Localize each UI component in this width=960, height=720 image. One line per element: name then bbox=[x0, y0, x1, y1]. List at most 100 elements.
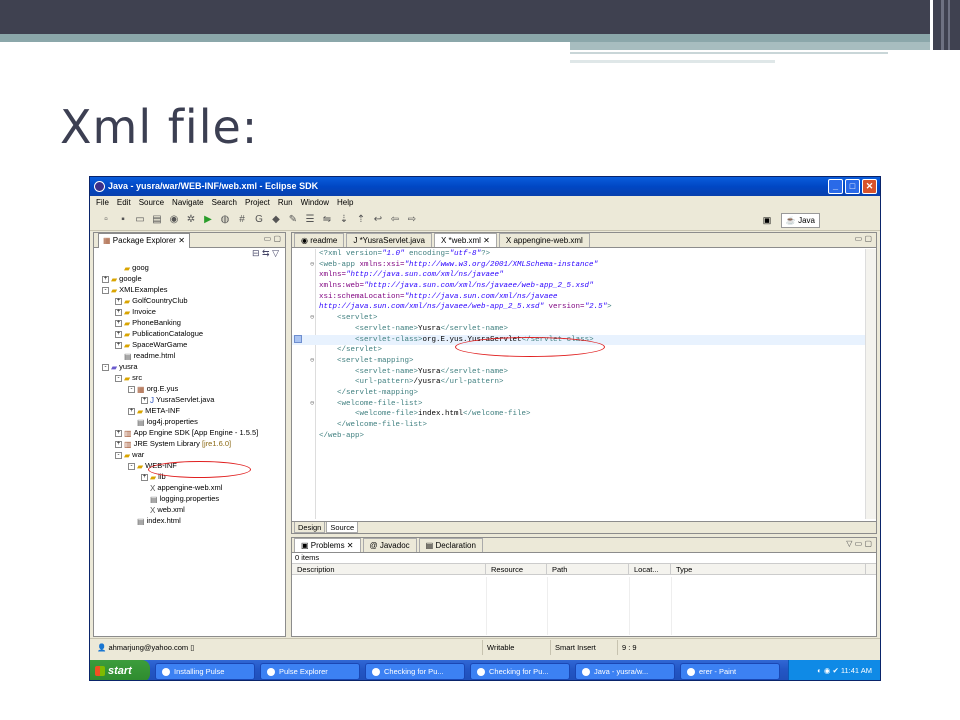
column-header[interactable]: Type bbox=[671, 564, 866, 574]
tab-design[interactable]: Design bbox=[294, 522, 326, 533]
tree-item[interactable]: ▤ logging.properties bbox=[94, 493, 285, 504]
taskbar-item[interactable]: Checking for Pu... bbox=[365, 662, 465, 680]
menu-item-help[interactable]: Help bbox=[337, 196, 353, 209]
collapse-all-icon[interactable]: ⊟ bbox=[252, 248, 260, 258]
tree-item[interactable]: + ▰ GolfCountryClub bbox=[94, 295, 285, 306]
expander-icon[interactable]: + bbox=[115, 330, 122, 338]
menu-item-search[interactable]: Search bbox=[212, 196, 237, 209]
tree-item[interactable]: - ▰ war bbox=[94, 449, 285, 460]
fold-icon[interactable]: ⊖ bbox=[310, 356, 314, 367]
close-icon[interactable]: ✕ bbox=[345, 541, 354, 550]
status-user[interactable]: 👤 ahmarjung@yahoo.com ▯ bbox=[93, 640, 194, 655]
tree-item[interactable]: ▰ goog bbox=[94, 262, 285, 273]
run-icon[interactable]: ▶ bbox=[202, 214, 214, 226]
fold-icon[interactable]: ⊖ bbox=[310, 260, 314, 271]
vertical-scrollbar[interactable] bbox=[865, 249, 876, 519]
tree-item[interactable]: + ▥ JRE System Library [jre1.6.0] bbox=[94, 438, 285, 449]
view-controls[interactable]: ▭ ▢ bbox=[264, 234, 281, 243]
tree-item[interactable]: - ▰ src bbox=[94, 372, 285, 383]
menu-item-navigate[interactable]: Navigate bbox=[172, 196, 204, 209]
expander-icon[interactable]: + bbox=[102, 275, 109, 283]
tree-item[interactable]: + ▥ App Engine SDK [App Engine - 1.5.5] bbox=[94, 427, 285, 438]
editor-tab[interactable]: ◉ readme bbox=[294, 233, 345, 247]
tray-icons[interactable]: ◐ ◉ ✔ bbox=[817, 666, 841, 675]
tab-source[interactable]: Source bbox=[326, 522, 359, 533]
expander-icon[interactable]: + bbox=[141, 396, 148, 404]
expander-icon[interactable]: + bbox=[115, 297, 122, 305]
search-icon[interactable]: ✎ bbox=[287, 214, 299, 226]
column-header[interactable]: Path bbox=[547, 564, 629, 574]
view-controls[interactable]: ▭ ▢ bbox=[855, 234, 872, 243]
expander-icon[interactable]: - bbox=[115, 451, 122, 459]
last-edit-icon[interactable]: ↩ bbox=[372, 214, 384, 226]
column-header[interactable]: Locat... bbox=[629, 564, 671, 574]
tree-item[interactable]: + J YusraServlet.java bbox=[94, 394, 285, 405]
tree-item[interactable]: - ▰ yusra bbox=[94, 361, 285, 372]
previous-annotation-icon[interactable]: ⇡ bbox=[355, 214, 367, 226]
tab-package-explorer[interactable]: ▦ Package Explorer ✕ bbox=[98, 232, 190, 248]
window-titlebar[interactable]: Java - yusra/war/WEB-INF/web.xml - Eclip… bbox=[90, 177, 880, 196]
new-icon[interactable]: ▫ bbox=[100, 214, 112, 226]
expander-icon[interactable]: - bbox=[128, 385, 135, 393]
expander-icon[interactable]: + bbox=[128, 407, 135, 415]
tree-item[interactable]: + ▰ META-INF bbox=[94, 405, 285, 416]
tree-item[interactable]: + ▰ SpaceWarGame bbox=[94, 339, 285, 350]
tree-item[interactable]: + ▰ google bbox=[94, 273, 285, 284]
tree-item[interactable]: ▤ log4j.properties bbox=[94, 416, 285, 427]
expander-icon[interactable]: + bbox=[115, 319, 122, 327]
code-area[interactable]: <?xml version="1.0" encoding="utf-8"?> ⊖ <… bbox=[292, 249, 876, 519]
back-icon[interactable]: ⇦ bbox=[389, 214, 401, 226]
tab-problems[interactable]: ▣ Problems ✕ bbox=[294, 538, 361, 552]
fold-icon[interactable]: ⊖ bbox=[310, 313, 314, 324]
debug-icon[interactable]: ✲ bbox=[185, 214, 197, 226]
close-button[interactable]: ✕ bbox=[862, 179, 877, 194]
forward-icon[interactable]: ⇨ bbox=[406, 214, 418, 226]
menu-item-edit[interactable]: Edit bbox=[117, 196, 131, 209]
column-header[interactable]: Description bbox=[292, 564, 486, 574]
open-type-icon[interactable]: ◆ bbox=[270, 214, 282, 226]
next-annotation-icon[interactable]: ⇣ bbox=[338, 214, 350, 226]
link-editor-icon[interactable]: ⇆ bbox=[262, 248, 270, 258]
save-icon[interactable]: ▪ bbox=[117, 214, 129, 226]
mark-occurrences-icon[interactable]: ☰ bbox=[304, 214, 316, 226]
column-header[interactable]: Resource bbox=[486, 564, 547, 574]
tree-item[interactable]: Xappengine-web.xml bbox=[94, 482, 285, 493]
new-class-icon[interactable]: # bbox=[236, 214, 248, 226]
expander-icon[interactable]: + bbox=[115, 440, 122, 448]
tab-javadoc[interactable]: @ Javadoc bbox=[362, 538, 417, 552]
menu-item-source[interactable]: Source bbox=[139, 196, 164, 209]
view-controls[interactable]: ▽ ▭ ▢ bbox=[846, 539, 872, 548]
tree-item[interactable]: - ▦ org.E.yus bbox=[94, 383, 285, 394]
expander-icon[interactable]: - bbox=[115, 374, 122, 382]
expander-icon[interactable]: + bbox=[115, 429, 122, 437]
tree-item[interactable]: + ▰ PhoneBanking bbox=[94, 317, 285, 328]
toggle-icon[interactable]: ⇋ bbox=[321, 214, 333, 226]
view-menu-icon[interactable]: ▽ bbox=[272, 248, 279, 258]
menu-item-window[interactable]: Window bbox=[301, 196, 329, 209]
tree-item[interactable]: + ▰ PublicationCatalogue bbox=[94, 328, 285, 339]
expander-icon[interactable]: - bbox=[128, 462, 135, 470]
expander-icon[interactable]: + bbox=[115, 308, 122, 316]
external-tools-icon[interactable]: ◍ bbox=[219, 214, 231, 226]
expander-icon[interactable]: - bbox=[102, 363, 109, 371]
menu-item-file[interactable]: File bbox=[96, 196, 109, 209]
taskbar-item[interactable]: erer - Paint bbox=[680, 662, 780, 680]
close-icon[interactable]: ✕ bbox=[481, 236, 490, 245]
tree-item[interactable]: ▤ index.html bbox=[94, 515, 285, 526]
taskbar-item[interactable]: Checking for Pu... bbox=[470, 662, 570, 680]
start-button[interactable]: start bbox=[90, 660, 150, 680]
tree-item[interactable]: ▤ readme.html bbox=[94, 350, 285, 361]
globe-icon[interactable]: ◉ bbox=[168, 214, 180, 226]
close-icon[interactable]: ✕ bbox=[178, 236, 185, 245]
expander-icon[interactable]: - bbox=[102, 286, 109, 294]
tree-item[interactable]: Xweb.xml bbox=[94, 504, 285, 515]
minimize-button[interactable]: _ bbox=[828, 179, 843, 194]
taskbar-item[interactable]: Pulse Explorer bbox=[260, 662, 360, 680]
editor-tab[interactable]: X *web.xml ✕ bbox=[433, 233, 497, 247]
print-icon[interactable]: ▭ bbox=[134, 214, 146, 226]
google-icon[interactable]: G bbox=[253, 214, 265, 226]
tree-item[interactable]: + ▰ Invoice bbox=[94, 306, 285, 317]
expander-icon[interactable]: + bbox=[115, 341, 122, 349]
tree-item[interactable]: - ▰ XMLExamples bbox=[94, 284, 285, 295]
editor-tab[interactable]: J *YusraServlet.java bbox=[346, 233, 432, 247]
